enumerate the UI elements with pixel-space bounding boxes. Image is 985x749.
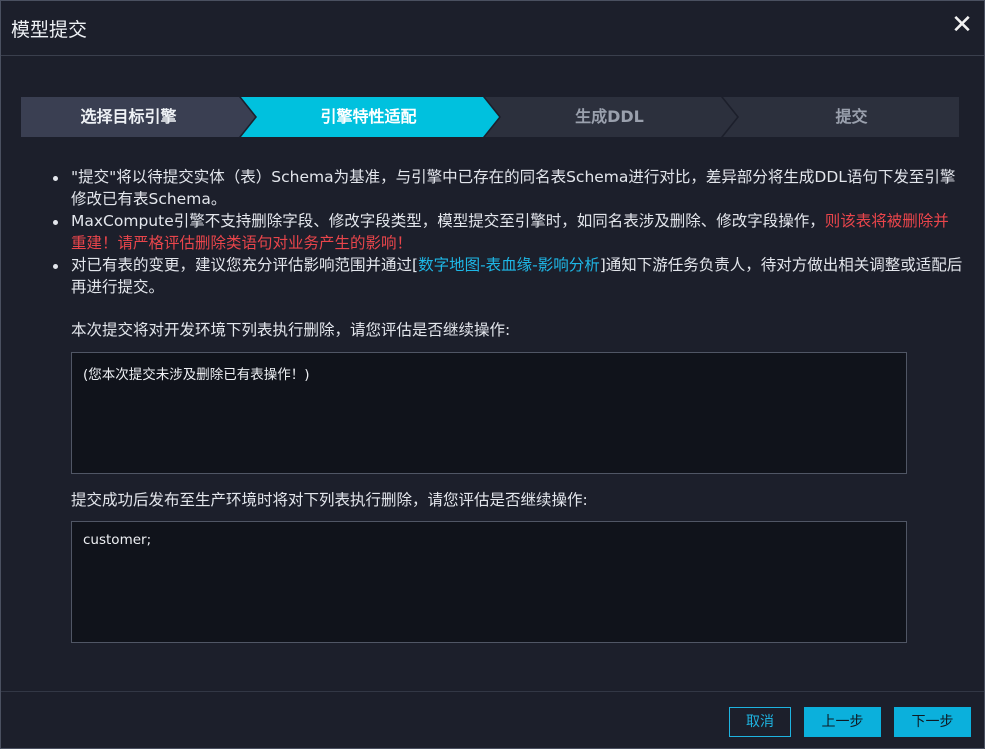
dialog-title: 模型提交: [11, 19, 88, 41]
close-icon[interactable]: ✕: [950, 11, 974, 39]
impact-analysis-link[interactable]: 数字地图-表血缘-影响分析: [418, 256, 600, 274]
step-generate-ddl: 生成DDL: [575, 107, 644, 126]
dev-delete-box[interactable]: (您本次提交未涉及删除已有表操作！): [71, 352, 907, 474]
prod-delete-label: 提交成功后发布至生产环境时将对下列表执行删除，请您评估是否继续操作:: [71, 491, 588, 509]
step-submit: 提交: [835, 107, 868, 126]
dev-delete-label: 本次提交将对开发环境下列表执行删除，请您评估是否继续操作:: [71, 321, 511, 339]
notes-list: "提交"将以待提交实体（表）Schema为基准，与引擎中已存在的同名表Schem…: [53, 166, 963, 298]
step-select-engine[interactable]: 选择目标引擎: [21, 97, 236, 136]
dialog-titlebar: 模型提交 ✕: [1, 1, 984, 56]
prod-delete-box[interactable]: customer;: [71, 521, 907, 643]
note-item: "提交"将以待提交实体（表）Schema为基准，与引擎中已存在的同名表Schem…: [53, 166, 963, 210]
cancel-button[interactable]: 取消: [729, 707, 791, 737]
model-submit-dialog: 模型提交 ✕ 选择目标引擎 引擎特性适配 生成DDL 提交 "提交"将以待提交实…: [0, 0, 985, 749]
note-text: "提交"将以待提交实体（表）Schema为基准，与引擎中已存在的同名表Schem…: [71, 168, 956, 208]
note-item: 对已有表的变更，建议您充分评估影响范围并通过[数字地图-表血缘-影响分析]通知下…: [53, 254, 963, 298]
note-text: 对已有表的变更，建议您充分评估影响范围并通过[: [71, 256, 419, 274]
previous-step-button[interactable]: 上一步: [804, 707, 881, 737]
step-engine-adapt[interactable]: 引擎特性适配: [256, 97, 481, 136]
note-text: MaxCompute引擎不支持删除字段、修改字段类型，模型提交至引擎时，如同名表…: [71, 212, 825, 230]
dev-delete-content: (您本次提交未涉及删除已有表操作！): [83, 367, 310, 383]
notes-section: "提交"将以待提交实体（表）Schema为基准，与引擎中已存在的同名表Schem…: [53, 166, 963, 298]
next-step-button[interactable]: 下一步: [894, 707, 971, 737]
note-item: MaxCompute引擎不支持删除字段、修改字段类型，模型提交至引擎时，如同名表…: [53, 210, 963, 254]
prod-delete-content: customer;: [83, 532, 152, 548]
